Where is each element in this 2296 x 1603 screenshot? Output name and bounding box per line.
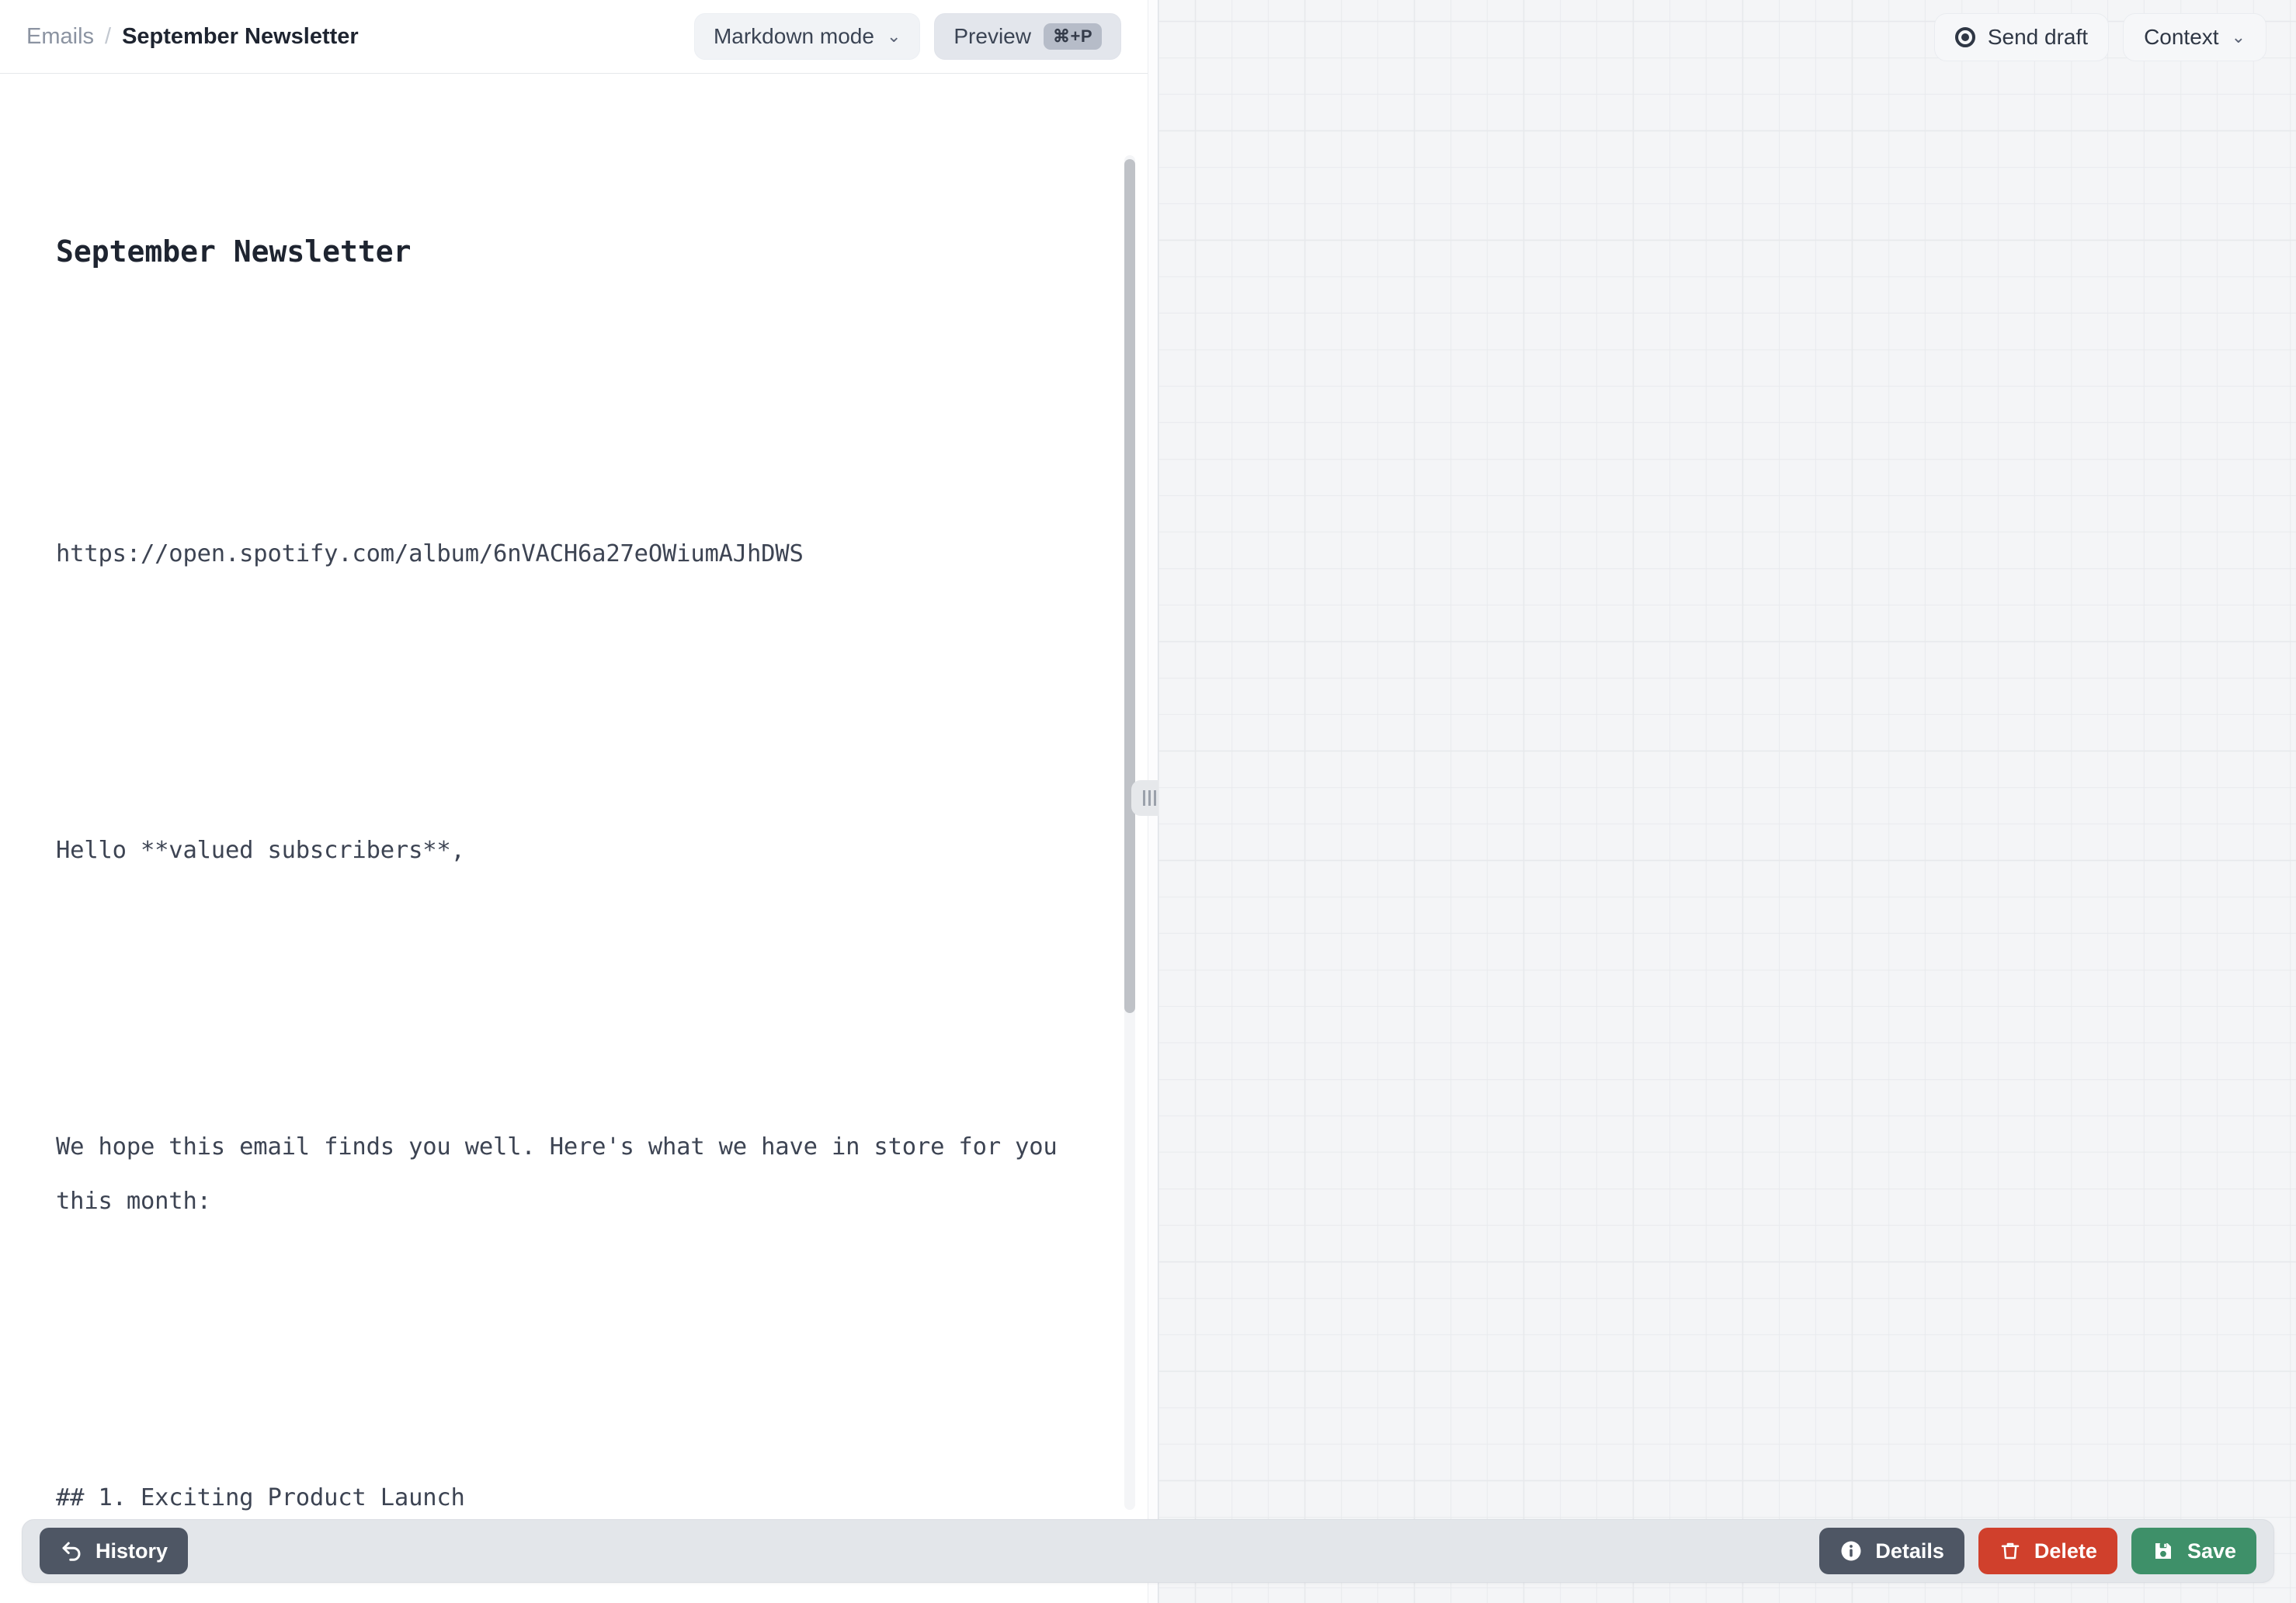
breadcrumb-separator: / <box>105 23 112 49</box>
markdown-line: We hope this email finds you well. Here'… <box>56 1133 1072 1215</box>
breadcrumb: Emails / September Newsletter <box>26 24 359 50</box>
grip-line <box>1148 790 1151 806</box>
details-button[interactable]: Details <box>1819 1528 1964 1574</box>
pane-splitter[interactable] <box>1131 0 1167 1603</box>
editor-header-actions: Markdown mode ⌄ Preview ⌘+P <box>693 13 1121 60</box>
breadcrumb-current-title: September Newsletter <box>122 23 359 49</box>
send-draft-button[interactable]: Send draft <box>1933 13 2110 61</box>
bottom-bar-right-group: Details Delete Save <box>1819 1528 2256 1574</box>
markdown-spacer <box>56 394 1101 418</box>
eye-icon <box>1954 27 1975 47</box>
grip-line <box>1153 790 1156 806</box>
floppy-disk-icon <box>2155 1543 2171 1559</box>
chevron-down-icon: ⌄ <box>886 26 901 46</box>
breadcrumb-emails-link[interactable]: Emails <box>26 24 94 50</box>
details-label: Details <box>1875 1539 1944 1563</box>
markdown-h1: September Newsletter <box>56 234 412 269</box>
markdown-textarea[interactable]: September Newsletter https://open.spotif… <box>0 74 1148 1603</box>
preview-toolbar: Send draft Context ⌄ <box>1158 0 2296 75</box>
history-label: History <box>96 1539 168 1563</box>
delete-button[interactable]: Delete <box>1978 1528 2117 1574</box>
trash-icon <box>2001 1542 2020 1560</box>
preview-shortcut-badge: ⌘+P <box>1043 23 1102 50</box>
markdown-spacer <box>56 690 1101 715</box>
markdown-spacer <box>56 987 1101 1011</box>
context-button[interactable]: Context ⌄ <box>2123 13 2266 61</box>
editor-header: Emails / September Newsletter Markdown m… <box>0 0 1148 74</box>
editor-scrollbar-thumb[interactable] <box>1124 159 1135 1013</box>
markdown-line: Hello **valued subscribers**, <box>56 837 465 864</box>
save-button[interactable]: Save <box>2131 1528 2256 1574</box>
context-label: Context <box>2144 25 2219 49</box>
markdown-mode-label: Markdown mode <box>713 24 874 48</box>
grip-line <box>1142 790 1145 806</box>
undo-arrow-icon <box>62 1542 81 1561</box>
info-icon <box>1841 1541 1861 1561</box>
markdown-spacer <box>56 1338 1101 1362</box>
bottom-action-bar: History Details Delete Save <box>22 1519 2274 1583</box>
email-preview-pane: Send draft Context ⌄ Gmail <box>1158 0 2296 1603</box>
preview-label: Preview <box>953 24 1031 48</box>
history-button[interactable]: History <box>40 1528 189 1574</box>
send-draft-label: Send draft <box>1987 25 2089 49</box>
delete-label: Delete <box>2034 1539 2097 1563</box>
markdown-line: ## 1. Exciting Product Launch <box>56 1484 465 1511</box>
app-root: Emails / September Newsletter Markdown m… <box>0 0 2296 1603</box>
markdown-content: September Newsletter https://open.spotif… <box>56 109 1101 1603</box>
chevron-down-icon: ⌄ <box>2231 27 2246 47</box>
markdown-line: https://open.spotify.com/album/6nVACH6a2… <box>56 540 804 567</box>
preview-button[interactable]: Preview ⌘+P <box>934 13 1121 60</box>
markdown-mode-button[interactable]: Markdown mode ⌄ <box>693 13 921 60</box>
markdown-editor-pane: Emails / September Newsletter Markdown m… <box>0 0 1148 1603</box>
save-label: Save <box>2187 1539 2236 1563</box>
